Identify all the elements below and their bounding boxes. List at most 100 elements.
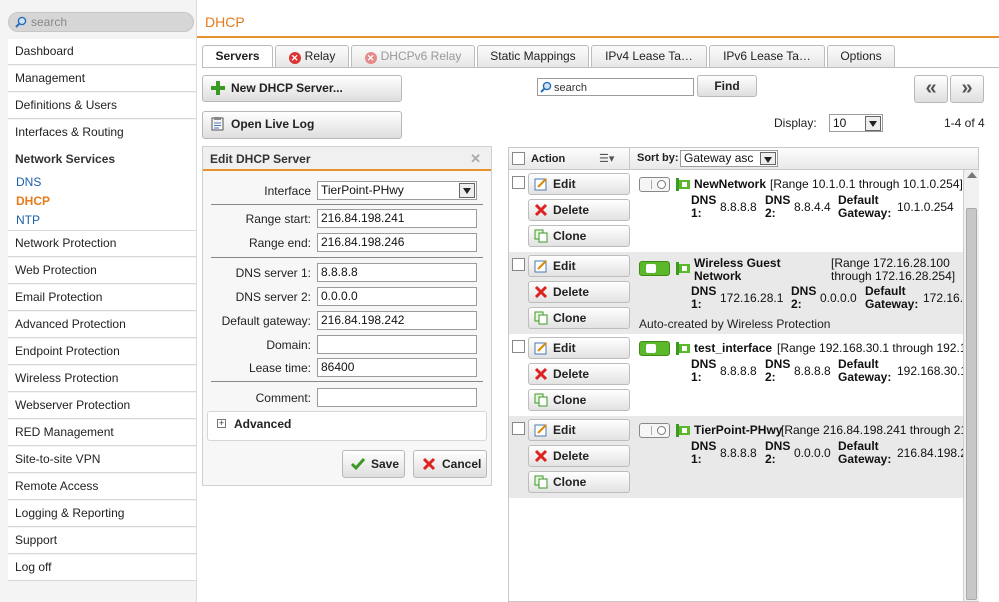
sidebar-item-red-management[interactable]: RED Management xyxy=(8,420,196,446)
clone-icon xyxy=(534,393,548,407)
range-end-input[interactable]: 216.84.198.246 xyxy=(317,233,477,252)
sortby-select[interactable]: Gateway asc xyxy=(680,150,778,167)
delete-button[interactable]: Delete xyxy=(528,363,630,385)
display-label: Display: xyxy=(774,116,817,130)
tab-static-mappings[interactable]: Static Mappings xyxy=(477,45,589,67)
delete-button[interactable]: Delete xyxy=(528,281,630,303)
clone-button[interactable]: Clone xyxy=(528,471,630,493)
network-card-icon xyxy=(676,178,690,191)
tab-ipv6-lease-table[interactable]: IPv6 Lease Ta… xyxy=(709,45,825,67)
enable-toggle[interactable] xyxy=(639,261,670,276)
domain-input[interactable] xyxy=(317,335,477,354)
cancel-label: Cancel xyxy=(442,457,482,471)
default-gateway-input[interactable]: 216.84.198.242 xyxy=(317,311,477,330)
list-search-input[interactable]: search xyxy=(537,78,694,96)
sidebar-item-webserver-protection[interactable]: Webserver Protection xyxy=(8,393,196,419)
edit-button[interactable]: Edit xyxy=(528,337,630,359)
enable-toggle[interactable] xyxy=(639,423,670,438)
open-live-log-button[interactable]: Open Live Log xyxy=(202,111,402,139)
sidebar-subitem-dhcp[interactable]: DHCP xyxy=(16,194,50,208)
next-page-button[interactable]: » xyxy=(950,75,984,103)
gateway-label: Default Gateway: xyxy=(865,284,919,311)
gateway-value: 172.16.28.1 xyxy=(923,291,963,305)
sidebar-subitem-dns[interactable]: DNS xyxy=(16,175,41,189)
range-start-input[interactable]: 216.84.198.241 xyxy=(317,209,477,228)
dns1-input[interactable]: 8.8.8.8 xyxy=(317,263,477,282)
prev-page-button[interactable]: « xyxy=(914,75,948,103)
gateway-label: Default Gateway: xyxy=(838,193,892,220)
new-dhcp-server-button[interactable]: New DHCP Server... xyxy=(202,75,402,102)
cancel-button[interactable]: Cancel xyxy=(413,450,487,478)
save-button[interactable]: Save xyxy=(342,450,405,478)
sidebar-item-email-protection[interactable]: Email Protection xyxy=(8,285,196,311)
sidebar-item-dashboard[interactable]: Dashboard xyxy=(8,39,196,65)
row-checkbox[interactable] xyxy=(512,422,525,435)
edit-button[interactable]: Edit xyxy=(528,255,630,277)
advanced-section[interactable]: + Advanced xyxy=(207,411,487,441)
interface-select[interactable]: TierPoint-PHwy xyxy=(317,181,477,200)
server-name: NewNetwork xyxy=(694,177,767,191)
tab-relay[interactable]: ✕ Relay xyxy=(275,45,349,67)
row-checkbox[interactable] xyxy=(512,258,525,271)
sidebar-item-web-protection[interactable]: Web Protection xyxy=(8,258,196,284)
sidebar-item-wireless-protection[interactable]: Wireless Protection xyxy=(8,366,196,392)
column-menu-icon[interactable]: ☰▾ xyxy=(599,152,614,165)
sidebar-search-input[interactable]: search xyxy=(8,12,194,32)
enable-toggle[interactable] xyxy=(639,341,670,356)
row-checkbox[interactable] xyxy=(512,340,525,353)
sidebar-subitem-ntp[interactable]: NTP xyxy=(16,213,40,227)
clone-button[interactable]: Clone xyxy=(528,225,630,247)
log-icon xyxy=(211,117,224,131)
dns2-label: DNS 2: xyxy=(765,193,791,220)
comment-input[interactable] xyxy=(317,388,477,407)
dns2-input[interactable]: 0.0.0.0 xyxy=(317,287,477,306)
lease-time-input[interactable]: 86400 xyxy=(317,358,477,377)
sidebar-item-site-to-site-vpn[interactable]: Site-to-site VPN xyxy=(8,447,196,473)
scrollbar-thumb[interactable] xyxy=(966,208,977,600)
tab-servers[interactable]: Servers xyxy=(202,45,273,68)
list-item: Edit Delete Clone Wireless Guest Network… xyxy=(509,252,963,334)
domain-label: Domain: xyxy=(266,338,311,352)
clone-button[interactable]: Clone xyxy=(528,389,630,411)
edit-icon xyxy=(534,342,547,355)
tab-ipv4-lease-table[interactable]: IPv4 Lease Ta… xyxy=(591,45,707,67)
sidebar-item-network-protection[interactable]: Network Protection xyxy=(8,231,196,257)
list-item: Edit Delete Clone NewNetwork [Range 10.1… xyxy=(509,170,963,252)
sidebar-item-endpoint-protection[interactable]: Endpoint Protection xyxy=(8,339,196,365)
sidebar-item-logging-reporting[interactable]: Logging & Reporting xyxy=(8,501,196,527)
sortby-label: Sort by: xyxy=(637,152,679,164)
expand-icon: + xyxy=(217,418,226,428)
save-label: Save xyxy=(371,457,400,471)
sidebar-item-remote-access[interactable]: Remote Access xyxy=(8,474,196,500)
sidebar-item-definitions-users[interactable]: Definitions & Users xyxy=(8,93,196,119)
select-all-checkbox[interactable] xyxy=(512,152,525,165)
dns1-value: 8.8.8.8 xyxy=(720,446,757,460)
enable-toggle[interactable] xyxy=(639,177,670,192)
row-checkbox[interactable] xyxy=(512,176,525,189)
sidebar-item-management[interactable]: Management xyxy=(8,66,196,92)
range-start-label: Range start: xyxy=(245,212,311,226)
clone-button[interactable]: Clone xyxy=(528,307,630,329)
tab-dhcpv6-relay[interactable]: ✕ DHCPv6 Relay xyxy=(351,45,475,67)
display-count-select[interactable]: 10 xyxy=(829,114,883,132)
form-divider xyxy=(211,381,483,382)
list-scrollbar[interactable] xyxy=(963,170,979,601)
delete-button[interactable]: Delete xyxy=(528,199,630,221)
edit-icon xyxy=(534,424,547,437)
edit-button[interactable]: Edit xyxy=(528,173,630,195)
dns2-value: 0.0.0.0 xyxy=(794,446,831,460)
sidebar-group-title[interactable]: Network Services xyxy=(15,152,115,166)
find-button[interactable]: Find xyxy=(697,75,757,97)
default-gateway-label: Default gateway: xyxy=(221,314,311,328)
sidebar-item-advanced-protection[interactable]: Advanced Protection xyxy=(8,312,196,338)
sidebar-item-support[interactable]: Support xyxy=(8,528,196,554)
close-icon[interactable]: ✕ xyxy=(470,151,481,167)
tab-options[interactable]: Options xyxy=(827,45,895,67)
plus-icon xyxy=(211,81,225,95)
sidebar-item-log-off[interactable]: Log off xyxy=(8,555,196,581)
sidebar-item-interfaces-routing[interactable]: Interfaces & Routing xyxy=(8,120,196,146)
network-card-icon xyxy=(676,342,690,355)
edit-button[interactable]: Edit xyxy=(528,419,630,441)
delete-button[interactable]: Delete xyxy=(528,445,630,467)
scroll-up-icon[interactable] xyxy=(967,172,977,178)
